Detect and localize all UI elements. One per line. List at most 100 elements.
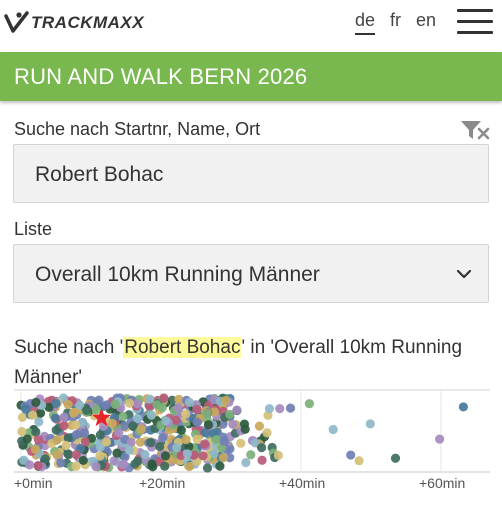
finisher-point[interactable] bbox=[160, 461, 170, 471]
finisher-point[interactable] bbox=[52, 450, 62, 460]
finisher-point[interactable] bbox=[25, 460, 35, 470]
finisher-point[interactable] bbox=[95, 430, 105, 440]
finisher-point[interactable] bbox=[51, 425, 61, 435]
finisher-point[interactable] bbox=[33, 460, 43, 471]
finisher-point[interactable] bbox=[59, 421, 69, 431]
language-en[interactable]: en bbox=[416, 10, 436, 31]
finisher-point[interactable] bbox=[181, 434, 191, 445]
finisher-point[interactable] bbox=[198, 451, 208, 461]
finisher-point[interactable] bbox=[202, 408, 212, 418]
search-input[interactable]: Robert Bohac bbox=[13, 144, 489, 203]
finisher-point[interactable] bbox=[192, 417, 202, 427]
finisher-point[interactable] bbox=[68, 408, 79, 418]
finisher-point[interactable] bbox=[159, 393, 169, 403]
finisher-point[interactable] bbox=[28, 410, 38, 420]
finisher-point[interactable] bbox=[257, 455, 267, 465]
finisher-point[interactable] bbox=[346, 450, 356, 460]
finisher-point[interactable] bbox=[31, 397, 41, 408]
finisher-point[interactable] bbox=[79, 428, 90, 438]
finisher-point[interactable] bbox=[145, 394, 155, 404]
finisher-point[interactable] bbox=[273, 450, 283, 460]
finisher-point[interactable] bbox=[241, 457, 251, 468]
finisher-point[interactable] bbox=[136, 424, 146, 434]
finisher-point[interactable] bbox=[126, 437, 136, 447]
finisher-point[interactable] bbox=[262, 428, 272, 438]
finisher-point[interactable] bbox=[118, 411, 128, 422]
finisher-point[interactable] bbox=[52, 435, 62, 445]
finisher-point[interactable] bbox=[102, 400, 112, 410]
finisher-point[interactable] bbox=[56, 458, 66, 468]
finisher-point[interactable] bbox=[390, 453, 401, 463]
finisher-point[interactable] bbox=[232, 405, 242, 415]
finisher-point[interactable] bbox=[95, 451, 105, 461]
finisher-point[interactable] bbox=[107, 418, 118, 429]
finisher-point[interactable] bbox=[91, 461, 101, 472]
finisher-point[interactable] bbox=[71, 449, 81, 460]
finisher-point[interactable] bbox=[240, 424, 250, 434]
finisher-point[interactable] bbox=[256, 443, 267, 453]
finisher-point[interactable] bbox=[112, 448, 122, 458]
filter-icon[interactable] bbox=[460, 119, 490, 141]
finisher-point[interactable] bbox=[78, 455, 88, 466]
finisher-point[interactable] bbox=[61, 440, 71, 451]
finisher-point[interactable] bbox=[354, 456, 364, 466]
finisher-point[interactable] bbox=[218, 453, 228, 463]
finisher-point[interactable] bbox=[228, 419, 238, 429]
finisher-point[interactable] bbox=[246, 450, 256, 460]
language-de[interactable]: de bbox=[355, 10, 376, 35]
finisher-point[interactable] bbox=[63, 399, 73, 410]
finisher-point[interactable] bbox=[184, 397, 195, 407]
finisher-point[interactable] bbox=[40, 454, 50, 464]
finisher-point[interactable] bbox=[114, 428, 124, 438]
finisher-point[interactable] bbox=[176, 425, 186, 435]
finisher-point[interactable] bbox=[59, 412, 69, 422]
finisher-point[interactable] bbox=[30, 444, 40, 454]
finisher-point[interactable] bbox=[80, 437, 91, 447]
finisher-point[interactable] bbox=[172, 443, 182, 453]
finisher-point[interactable] bbox=[147, 459, 157, 469]
language-fr[interactable]: fr bbox=[390, 10, 401, 31]
finisher-point[interactable] bbox=[264, 404, 275, 414]
finisher-point[interactable] bbox=[124, 445, 134, 455]
finisher-point[interactable] bbox=[146, 438, 156, 448]
finisher-point[interactable] bbox=[152, 400, 162, 410]
finisher-point[interactable] bbox=[155, 441, 165, 452]
finisher-point[interactable] bbox=[135, 437, 146, 447]
finisher-point[interactable] bbox=[219, 436, 229, 446]
finisher-point[interactable] bbox=[184, 461, 194, 472]
finisher-point[interactable] bbox=[221, 395, 231, 405]
finisher-point[interactable] bbox=[328, 424, 338, 435]
finisher-point[interactable] bbox=[22, 434, 32, 444]
finisher-point[interactable] bbox=[192, 404, 202, 415]
finisher-point[interactable] bbox=[82, 405, 92, 415]
finisher-point[interactable] bbox=[63, 449, 73, 459]
finisher-point[interactable] bbox=[94, 395, 104, 405]
finisher-point[interactable] bbox=[91, 405, 101, 415]
finisher-point[interactable] bbox=[35, 408, 46, 418]
finisher-point[interactable] bbox=[161, 416, 171, 426]
finisher-point[interactable] bbox=[365, 419, 375, 429]
finisher-point[interactable] bbox=[50, 413, 60, 423]
hamburger-menu-icon[interactable] bbox=[457, 9, 493, 35]
finisher-point[interactable] bbox=[304, 399, 314, 409]
finisher-point[interactable] bbox=[33, 434, 43, 445]
finisher-point[interactable] bbox=[124, 398, 135, 408]
finisher-point[interactable] bbox=[285, 403, 296, 413]
finisher-point[interactable] bbox=[181, 409, 191, 419]
finisher-point[interactable] bbox=[51, 398, 61, 408]
finisher-point[interactable] bbox=[119, 459, 129, 469]
finisher-point[interactable] bbox=[458, 402, 468, 412]
finisher-point[interactable] bbox=[160, 451, 171, 461]
finisher-point[interactable] bbox=[140, 450, 150, 460]
finisher-point[interactable] bbox=[236, 438, 246, 448]
finisher-point[interactable] bbox=[110, 399, 120, 409]
finisher-point[interactable] bbox=[182, 449, 193, 459]
trackmaxx-logo[interactable]: TRACKMAXX bbox=[4, 9, 144, 37]
finisher-point[interactable] bbox=[435, 434, 445, 444]
finisher-point[interactable] bbox=[203, 420, 213, 430]
finisher-point[interactable] bbox=[133, 456, 143, 466]
finisher-point[interactable] bbox=[199, 439, 210, 449]
finisher-point[interactable] bbox=[254, 421, 265, 431]
finisher-point[interactable] bbox=[71, 461, 81, 472]
finisher-point[interactable] bbox=[173, 403, 183, 413]
